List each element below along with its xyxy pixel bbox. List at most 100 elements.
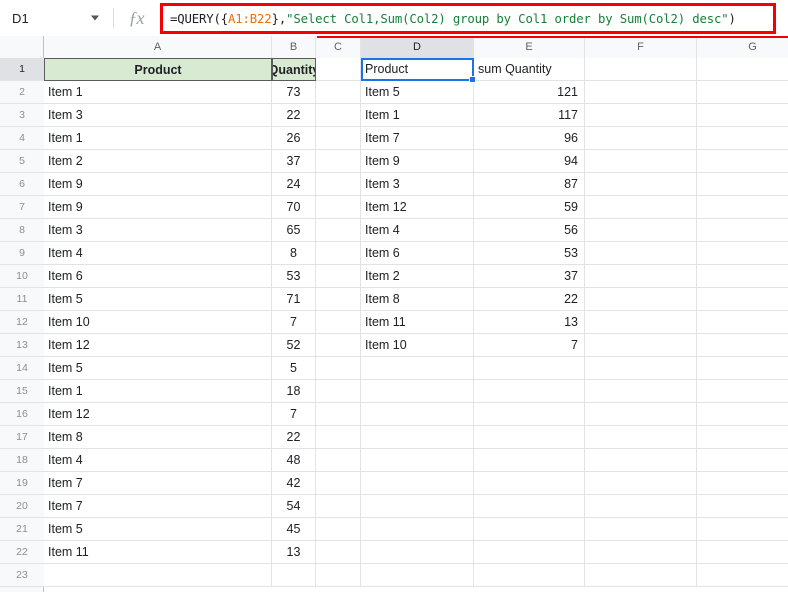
cell-E23[interactable] [474,564,585,587]
cell-G11[interactable] [697,288,788,311]
cell-E21[interactable] [474,518,585,541]
cell-C11[interactable] [316,288,361,311]
cell-C21[interactable] [316,518,361,541]
row-header-19[interactable]: 19 [0,472,44,495]
row-header-4[interactable]: 4 [0,127,44,150]
cell-C22[interactable] [316,541,361,564]
cell-C20[interactable] [316,495,361,518]
cell-A6[interactable]: Item 9 [44,173,272,196]
cell-F15[interactable] [585,380,697,403]
cell-B16[interactable]: 7 [272,403,316,426]
row-header-21[interactable]: 21 [0,518,44,541]
cell-C2[interactable] [316,81,361,104]
cell-C13[interactable] [316,334,361,357]
column-header-d[interactable]: D [361,36,474,58]
cell-F20[interactable] [585,495,697,518]
cell-E5[interactable]: 94 [474,150,585,173]
cell-G14[interactable] [697,357,788,380]
select-all-corner[interactable] [0,36,44,58]
cell-B5[interactable]: 37 [272,150,316,173]
cell-A5[interactable]: Item 2 [44,150,272,173]
cell-A21[interactable]: Item 5 [44,518,272,541]
cell-E8[interactable]: 56 [474,219,585,242]
cell-B18[interactable]: 48 [272,449,316,472]
cell-D10[interactable]: Item 2 [361,265,474,288]
cell-G19[interactable] [697,472,788,495]
cell-G7[interactable] [697,196,788,219]
row-header-10[interactable]: 10 [0,265,44,288]
cell-D4[interactable]: Item 7 [361,127,474,150]
cell-E16[interactable] [474,403,585,426]
cell-D17[interactable] [361,426,474,449]
cell-F13[interactable] [585,334,697,357]
cell-B11[interactable]: 71 [272,288,316,311]
cell-F3[interactable] [585,104,697,127]
cell-A17[interactable]: Item 8 [44,426,272,449]
cell-E7[interactable]: 59 [474,196,585,219]
cell-A7[interactable]: Item 9 [44,196,272,219]
cell-G15[interactable] [697,380,788,403]
cell-E2[interactable]: 121 [474,81,585,104]
cell-E12[interactable]: 13 [474,311,585,334]
cell-D18[interactable] [361,449,474,472]
cell-F23[interactable] [585,564,697,587]
cell-E19[interactable] [474,472,585,495]
cell-E14[interactable] [474,357,585,380]
cell-G22[interactable] [697,541,788,564]
cell-A12[interactable]: Item 10 [44,311,272,334]
cell-G17[interactable] [697,426,788,449]
cell-D3[interactable]: Item 1 [361,104,474,127]
row-header-12[interactable]: 12 [0,311,44,334]
cell-A10[interactable]: Item 6 [44,265,272,288]
row-header-1[interactable]: 1 [0,58,44,81]
cell-D15[interactable] [361,380,474,403]
cell-C14[interactable] [316,357,361,380]
cell-F7[interactable] [585,196,697,219]
cell-A20[interactable]: Item 7 [44,495,272,518]
cell-D12[interactable]: Item 11 [361,311,474,334]
cell-E1[interactable]: sum Quantity [474,58,585,81]
cell-F6[interactable] [585,173,697,196]
cell-B9[interactable]: 8 [272,242,316,265]
row-header-13[interactable]: 13 [0,334,44,357]
cell-E9[interactable]: 53 [474,242,585,265]
row-header-2[interactable]: 2 [0,81,44,104]
cell-A16[interactable]: Item 12 [44,403,272,426]
cell-C23[interactable] [316,564,361,587]
cell-A18[interactable]: Item 4 [44,449,272,472]
cell-B10[interactable]: 53 [272,265,316,288]
cell-E3[interactable]: 117 [474,104,585,127]
cell-B4[interactable]: 26 [272,127,316,150]
cell-G23[interactable] [697,564,788,587]
cell-D9[interactable]: Item 6 [361,242,474,265]
row-header-8[interactable]: 8 [0,219,44,242]
cell-G10[interactable] [697,265,788,288]
row-header-6[interactable]: 6 [0,173,44,196]
cell-D13[interactable]: Item 10 [361,334,474,357]
cell-B6[interactable]: 24 [272,173,316,196]
cell-G21[interactable] [697,518,788,541]
chevron-down-icon[interactable] [91,15,99,21]
cell-G3[interactable] [697,104,788,127]
row-header-9[interactable]: 9 [0,242,44,265]
cell-A9[interactable]: Item 4 [44,242,272,265]
cell-F22[interactable] [585,541,697,564]
cell-B7[interactable]: 70 [272,196,316,219]
cell-B22[interactable]: 13 [272,541,316,564]
cell-G6[interactable] [697,173,788,196]
cell-F1[interactable] [585,58,697,81]
cell-C18[interactable] [316,449,361,472]
cell-C17[interactable] [316,426,361,449]
row-header-18[interactable]: 18 [0,449,44,472]
cell-A23[interactable] [44,564,272,587]
cell-E4[interactable]: 96 [474,127,585,150]
cell-A22[interactable]: Item 11 [44,541,272,564]
cell-D1[interactable]: Product [361,58,474,81]
row-header-11[interactable]: 11 [0,288,44,311]
cell-F9[interactable] [585,242,697,265]
cell-F8[interactable] [585,219,697,242]
column-header-b[interactable]: B [272,36,316,58]
cell-B2[interactable]: 73 [272,81,316,104]
cell-G12[interactable] [697,311,788,334]
cell-G20[interactable] [697,495,788,518]
